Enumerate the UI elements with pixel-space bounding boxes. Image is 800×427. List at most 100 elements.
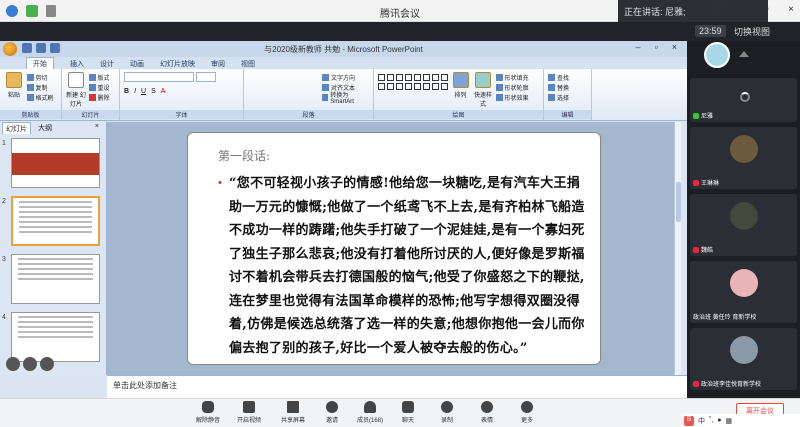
group-label: 剪贴板 <box>0 110 61 119</box>
close-icon[interactable]: × <box>786 4 796 15</box>
screen-share-icon <box>287 401 299 413</box>
ppt-restore-icon[interactable]: ▫ <box>655 42 658 52</box>
maximize-icon[interactable]: ▫ <box>762 4 772 15</box>
group-label: 绘图 <box>374 110 543 119</box>
notes-pane[interactable]: 单击此处添加备注 <box>107 375 687 398</box>
group-label: 段落 <box>244 110 373 119</box>
tab-design[interactable]: 设计 <box>100 57 114 69</box>
format-painter-button[interactable]: 格式刷 <box>26 92 54 102</box>
layout-button[interactable]: 版式 <box>88 72 110 82</box>
slide-number: 3 <box>2 256 6 263</box>
meeting-control-icon[interactable] <box>6 357 20 371</box>
emoji-button[interactable]: 表情 <box>469 401 505 424</box>
new-slide-button[interactable]: 新建 幻灯片 <box>66 72 86 108</box>
meeting-control-icon[interactable] <box>40 357 54 371</box>
copy-button[interactable]: 复制 <box>26 82 54 92</box>
bold-button[interactable]: B <box>124 88 129 95</box>
ppt-close-icon[interactable]: × <box>672 42 677 52</box>
group-slides: 新建 幻灯片 版式 重设 删除 幻灯片 <box>62 69 120 120</box>
pin-icon[interactable]: ↶ <box>714 4 724 15</box>
reset-button[interactable]: 重设 <box>88 82 110 92</box>
participant-name: 王琳琳 <box>701 181 720 187</box>
find-button[interactable]: 查找 <box>548 72 569 82</box>
mic-muted-icon <box>693 246 699 253</box>
shape-fill-button[interactable]: 形状填充 <box>495 72 529 82</box>
avatar <box>730 336 758 364</box>
slide-thumbnail-1[interactable] <box>11 138 100 188</box>
collapse-caret-icon[interactable] <box>739 51 749 57</box>
record-button[interactable]: 录制 <box>429 401 465 424</box>
minimize-icon[interactable]: – <box>738 4 748 15</box>
arrange-button[interactable]: 排列 <box>451 72 471 99</box>
ppt-doc-title: 与2020级新教师 共勉 - Microsoft PowerPoint <box>264 45 423 54</box>
tab-slides[interactable]: 幻灯片 <box>2 122 31 134</box>
participants-panel: 尼雅 王琳琳 魏皓 政治班 黄任玲 育新学校 政治班李佳悦育新学校 <box>687 41 800 398</box>
slide-body-text: “您不可轻视小孩子的情感!他给您一块糖吃,是有汽车大王捐助一万元的慷慨;他做了一… <box>229 176 585 356</box>
group-font: BIU SA 字体 <box>120 69 244 120</box>
unmute-button[interactable]: 解除静音 <box>190 401 226 424</box>
participant-tile[interactable]: 王琳琳 <box>690 127 797 189</box>
tab-animations[interactable]: 动画 <box>130 57 144 69</box>
participant-tile[interactable]: 魏皓 <box>690 194 797 256</box>
smartart-button[interactable]: 转换为 SmartArt <box>322 92 369 105</box>
meeting-strip: 23:59 切换视图 <box>0 22 800 41</box>
tab-home[interactable]: 开始 <box>26 57 54 69</box>
tab-review[interactable]: 审阅 <box>211 57 225 69</box>
participant-tile[interactable]: 尼雅 <box>690 78 797 122</box>
avatar <box>730 135 758 163</box>
font-color-button[interactable]: A <box>161 88 166 95</box>
ime-keyboard-icon[interactable]: ▦ <box>726 417 733 425</box>
invite-button[interactable]: 邀请 <box>314 401 350 424</box>
loading-icon <box>740 92 750 102</box>
avatar[interactable] <box>704 42 730 68</box>
font-name-combo[interactable] <box>124 72 194 82</box>
select-button[interactable]: 选择 <box>548 92 569 102</box>
meeting-control-icon[interactable] <box>23 357 37 371</box>
chat-icon <box>402 401 414 413</box>
shape-gallery[interactable] <box>378 74 448 90</box>
ime-punctuation-icon[interactable]: ˚, <box>709 417 713 424</box>
shape-outline-button[interactable]: 形状轮廓 <box>495 82 529 92</box>
ppt-minimize-icon[interactable]: – <box>636 42 641 52</box>
tab-view[interactable]: 视图 <box>241 57 255 69</box>
ribbon-tabs: 开始 插入 设计 动画 幻灯片放映 审阅 视图 <box>0 57 687 69</box>
participant-tile[interactable]: 政治班李佳悦育新学校 <box>690 328 797 390</box>
slide-thumbnail-2[interactable] <box>11 196 100 246</box>
share-screen-button[interactable]: 共享屏幕 <box>275 401 311 424</box>
switch-view-button[interactable]: 切换视图 <box>734 25 770 38</box>
meeting-title-bar: 腾讯会议 正在讲话: 尼雅; ↶ – ▫ × <box>0 0 800 22</box>
ime-voice-icon[interactable]: ● <box>717 417 721 424</box>
meeting-toolbar: 解除静音 开启视频 共享屏幕 邀请 成员(168) 聊天 录制 表情 更多 离开… <box>0 398 800 427</box>
ime-logo-icon[interactable]: S <box>684 415 694 426</box>
replace-button[interactable]: 替换 <box>548 82 569 92</box>
strikethrough-button[interactable]: S <box>151 88 156 95</box>
text-direction-button[interactable]: 文字方向 <box>322 72 369 82</box>
ribbon: 粘贴 剪切 复制 格式刷 剪贴板 新建 幻灯片 版式 重设 删除 幻灯片 BIU… <box>0 69 687 121</box>
slide-thumbnail-4[interactable] <box>11 312 100 362</box>
chat-button[interactable]: 聊天 <box>390 401 426 424</box>
group-label: 幻灯片 <box>62 110 119 119</box>
slide-heading: 第一段话: <box>218 149 271 163</box>
participant-tile[interactable]: 政治班 黄任玲 育新学校 <box>690 261 797 323</box>
slide-thumbnail-3[interactable] <box>11 254 100 304</box>
start-video-button[interactable]: 开启视频 <box>231 401 267 424</box>
italic-button[interactable]: I <box>134 88 136 95</box>
tab-insert[interactable]: 插入 <box>70 57 84 69</box>
quick-styles-button[interactable]: 快速样式 <box>473 72 493 108</box>
panel-close-icon[interactable]: × <box>92 122 102 134</box>
slide-number: 2 <box>2 198 6 205</box>
tab-slideshow[interactable]: 幻灯片放映 <box>160 57 195 69</box>
more-button[interactable]: 更多 <box>509 401 545 424</box>
shape-effects-button[interactable]: 形状效果 <box>495 92 529 102</box>
emoji-icon <box>481 401 493 413</box>
tab-outline[interactable]: 大纲 <box>35 122 55 134</box>
font-size-combo[interactable] <box>196 72 216 82</box>
underline-button[interactable]: U <box>141 88 146 95</box>
vertical-scrollbar[interactable] <box>674 122 681 375</box>
members-button[interactable]: 成员(168) <box>352 401 388 424</box>
cut-button[interactable]: 剪切 <box>26 72 54 82</box>
ime-language-toggle[interactable]: 中 <box>698 416 705 426</box>
paste-button[interactable]: 粘贴 <box>4 72 24 99</box>
delete-button[interactable]: 删除 <box>88 92 110 102</box>
current-slide[interactable]: 第一段话: • “您不可轻视小孩子的情感!他给您一块糖吃,是有汽车大王捐助一万元… <box>187 132 601 365</box>
